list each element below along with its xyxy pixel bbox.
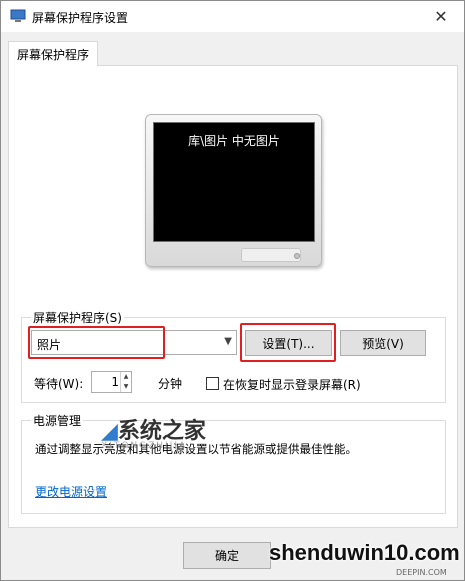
close-icon: ✕ <box>434 7 448 26</box>
resume-checkbox[interactable] <box>206 377 219 390</box>
change-power-settings-link[interactable]: 更改电源设置 <box>35 483 107 500</box>
preview-screen: 库\图片 中无图片 <box>153 122 315 242</box>
site-watermark: shenduwin10.com <box>269 540 460 565</box>
title-bar: 屏幕保护程序设置 ✕ <box>1 1 464 32</box>
chevron-down-icon: ▼ <box>224 336 232 347</box>
ok-button[interactable]: 确定 <box>183 542 271 569</box>
ok-button-label: 确定 <box>214 549 239 563</box>
close-button[interactable]: ✕ <box>418 1 464 32</box>
stepper-arrows-icon[interactable]: ▲ ▼ <box>120 372 131 392</box>
preview-button[interactable]: 预览(V) <box>340 330 426 356</box>
monitor-stand <box>241 248 301 262</box>
window-title: 屏幕保护程序设置 <box>32 11 129 25</box>
resume-checkbox-label[interactable]: 在恢复时显示登录屏幕(R) <box>223 376 361 393</box>
preview-button-label: 预览(V) <box>362 336 404 351</box>
preview-message: 库\图片 中无图片 <box>188 134 280 148</box>
wait-label: 等待(W): <box>34 377 84 391</box>
site-watermark-sub: DEEPIN.COM <box>396 568 447 577</box>
power-group-label: 电源管理 <box>31 412 84 429</box>
watermark-logo-sub: XITONGZHIJIA <box>101 441 188 451</box>
wait-value: 1 <box>111 375 119 389</box>
tab-screensaver[interactable]: 屏幕保护程序 <box>8 41 98 66</box>
wait-unit: 分钟 <box>158 377 183 391</box>
screensaver-group-label: 屏幕保护程序(S) <box>31 309 124 326</box>
select-highlight <box>28 326 165 359</box>
settings-highlight <box>240 323 336 362</box>
display-settings-icon <box>10 9 26 22</box>
power-description: 通过调整显示亮度和其他电源设置以节省能源或提供最佳性能。 <box>35 442 357 456</box>
wait-stepper[interactable]: 1 ▲ ▼ <box>91 371 132 393</box>
power-light-icon <box>294 253 300 259</box>
screensaver-settings-dialog: 屏幕保护程序设置 ✕ 屏幕保护程序 库\图片 中无图片 屏幕保护程序(S) 照片… <box>0 0 465 581</box>
monitor-preview: 库\图片 中无图片 <box>145 114 322 267</box>
tab-label: 屏幕保护程序 <box>16 47 89 62</box>
